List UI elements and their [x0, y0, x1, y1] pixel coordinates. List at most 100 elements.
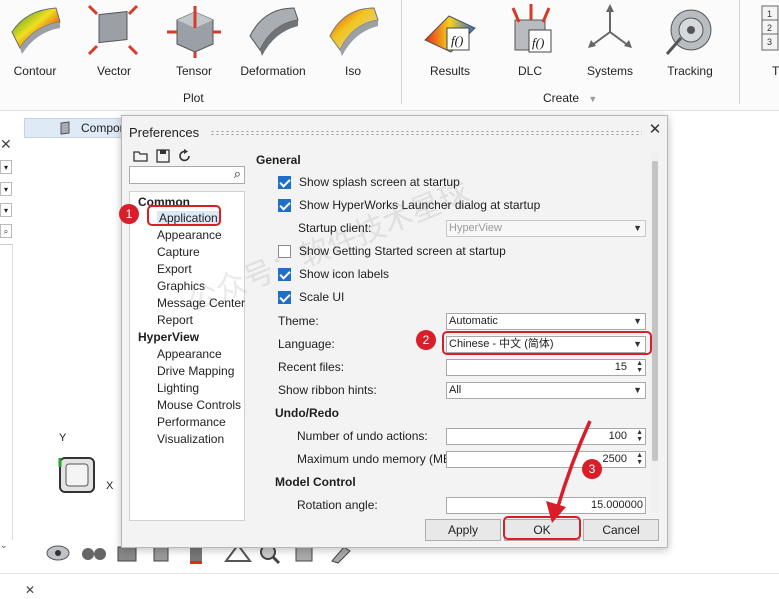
tree-item-graphics[interactable]: Graphics [157, 279, 205, 293]
language-label: Language: [278, 337, 335, 351]
ribbon-hints-select[interactable]: All ▼ [446, 382, 646, 399]
binoculars-icon [82, 548, 106, 560]
tracking-label: Tracking [667, 64, 713, 78]
left-panel-edge [0, 244, 13, 540]
chevron-down-icon: ▼ [588, 94, 598, 104]
iso-button[interactable]: Iso [318, 0, 388, 82]
spinner-arrows-icon[interactable]: ▲ ▼ [636, 452, 643, 466]
ribbon-separator-2 [739, 0, 740, 104]
tracking-icon [665, 9, 712, 55]
tree-item-performance[interactable]: Performance [157, 415, 226, 429]
content-scrollbar[interactable] [651, 151, 659, 513]
ribbon-partial-label: T [772, 64, 779, 78]
theme-select[interactable]: Automatic ▼ [446, 313, 646, 330]
axis-x-label: X [106, 480, 114, 492]
startup-client-select[interactable]: HyperView ▼ [446, 220, 646, 237]
systems-button[interactable]: Systems [575, 0, 645, 82]
startup-client-label: Startup client: [298, 221, 372, 235]
annotation-arrow [546, 420, 592, 523]
search-box[interactable]: ⌕ [129, 166, 245, 184]
dialog-drag-handle[interactable] [210, 130, 642, 136]
contour-label: Contour [13, 64, 57, 78]
spinner-arrows-icon[interactable]: ▲ ▼ [636, 360, 643, 374]
highlight-application [147, 205, 221, 226]
scale-ui-label: Scale UI [299, 290, 345, 304]
show-getting-started-checkbox[interactable] [278, 245, 291, 258]
recent-files-spinner[interactable]: 15 ▲ ▼ [446, 359, 646, 376]
contour-button[interactable]: Contour [0, 0, 70, 82]
tracking-button[interactable]: Tracking [655, 0, 725, 82]
view-cube-icon[interactable] [57, 455, 97, 495]
save-icon[interactable] [155, 149, 171, 163]
create-group-text: Create [543, 91, 580, 105]
tree-item-capture[interactable]: Capture [157, 245, 200, 259]
show-launcher-label: Show HyperWorks Launcher dialog at start… [299, 198, 541, 212]
plot-group-label: Plot [183, 91, 204, 105]
open-folder-icon[interactable] [133, 149, 149, 163]
tree-group-hyperview[interactable]: HyperView [138, 330, 199, 344]
ribbon-separator [401, 0, 402, 104]
show-splash-checkbox[interactable] [278, 176, 291, 189]
status-divider [0, 573, 779, 574]
ribbon: Contour Vector Tensor Deformation Iso Pl… [0, 0, 779, 111]
section-general: General [256, 153, 301, 167]
search-icon[interactable]: ⌕ [0, 224, 12, 238]
apply-button[interactable]: Apply [425, 519, 501, 541]
show-launcher-checkbox[interactable] [278, 199, 291, 212]
vector-icon [87, 4, 139, 56]
scale-ui-checkbox[interactable] [278, 291, 291, 304]
dlc-button[interactable]: f() DLC [495, 0, 565, 82]
section-model-control: Model Control [275, 475, 356, 489]
iso-label: Iso [344, 64, 361, 78]
create-group-label[interactable]: Create ▼ [543, 91, 597, 105]
scrollbar-thumb[interactable] [652, 161, 658, 461]
tree-item-message-center[interactable]: Message Center [157, 296, 245, 310]
component-icon [59, 121, 71, 135]
tree-item-visualization[interactable]: Visualization [157, 432, 224, 446]
dialog-close-button[interactable]: ✕ [647, 122, 663, 138]
results-button[interactable]: f() Results [415, 0, 485, 82]
theme-label: Theme: [278, 314, 319, 328]
refresh-icon[interactable] [177, 149, 193, 163]
show-splash-label: Show splash screen at startup [299, 175, 460, 189]
tree-item-hv-appearance[interactable]: Appearance [157, 347, 222, 361]
measure-icon [331, 546, 351, 564]
dlc-icon: f() [511, 4, 552, 53]
cube-icon [153, 546, 169, 562]
close-icon[interactable]: ✕ [0, 136, 12, 153]
dropdown-stub-2[interactable]: ▾ [0, 182, 12, 196]
search-icon: ⌕ [233, 166, 241, 181]
components-tab[interactable]: Compone [24, 118, 133, 138]
tree-item-export[interactable]: Export [157, 262, 192, 276]
systems-label: Systems [586, 64, 633, 78]
vector-button[interactable]: Vector [79, 0, 149, 82]
spinner-arrows-icon[interactable]: ▲ ▼ [636, 429, 643, 443]
camera-icon [117, 546, 137, 562]
dropdown-stub-3[interactable]: ▾ [0, 203, 12, 217]
close-icon-bottom[interactable]: ✕ [25, 583, 35, 597]
section-icon [295, 546, 313, 562]
tree-item-drive-mapping[interactable]: Drive Mapping [157, 364, 234, 378]
tree-item-appearance[interactable]: Appearance [157, 228, 222, 242]
svg-text:1: 1 [767, 9, 772, 19]
undo-actions-label: Number of undo actions: [297, 429, 428, 443]
deformation-label: Deformation [240, 64, 306, 78]
collapse-icon[interactable]: ⌄ [0, 540, 8, 551]
search-input[interactable] [131, 168, 227, 184]
dialog-title: Preferences [129, 125, 200, 140]
section-undo-redo: Undo/Redo [275, 406, 339, 420]
deformation-button[interactable]: Deformation [238, 0, 308, 82]
tree-item-mouse-controls[interactable]: Mouse Controls [157, 398, 241, 412]
contour-icon [11, 7, 61, 54]
show-icon-labels-checkbox[interactable] [278, 268, 291, 281]
vector-label: Vector [96, 64, 132, 78]
tensor-button[interactable]: Tensor [159, 0, 229, 82]
tree-item-report[interactable]: Report [157, 313, 193, 327]
step-badge-1: 1 [119, 204, 139, 224]
step-badge-2: 2 [416, 330, 436, 350]
undo-memory-label: Maximum undo memory (MB): [297, 452, 459, 466]
dropdown-stub-1[interactable]: ▾ [0, 160, 12, 174]
table-icon[interactable]: 1 2 3 [760, 4, 779, 52]
tree-item-lighting[interactable]: Lighting [157, 381, 199, 395]
tensor-label: Tensor [175, 64, 213, 78]
